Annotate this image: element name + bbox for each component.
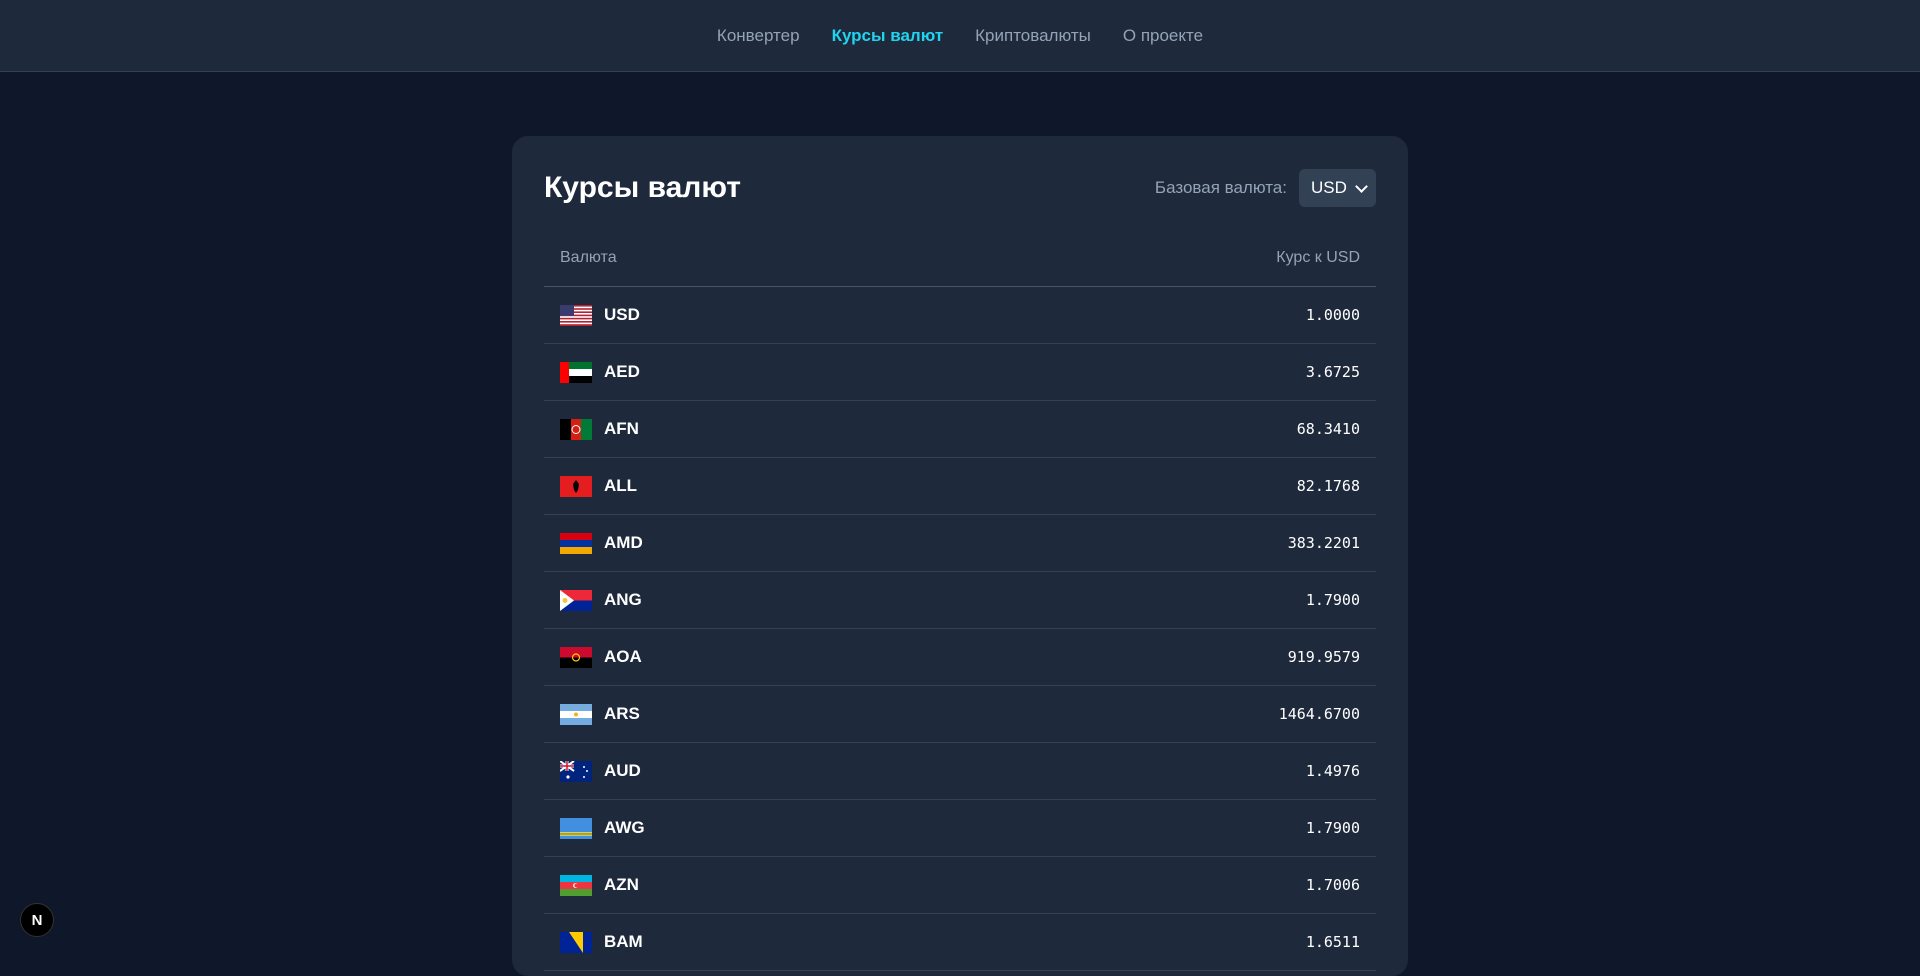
currency-code-group: ALL xyxy=(560,458,946,514)
currency-code-group: AED xyxy=(560,344,946,400)
currency-cell: AED xyxy=(544,343,962,401)
table-row: AWG 1.7900 xyxy=(544,799,1376,857)
nav-about[interactable]: О проекте xyxy=(1123,26,1203,46)
table-row: AED 3.6725 xyxy=(544,343,1376,401)
currency-code: ALL xyxy=(604,476,638,495)
am-flag-icon xyxy=(560,532,592,554)
base-currency-value: USD xyxy=(1311,178,1347,197)
ae-flag-icon xyxy=(560,361,592,383)
currency-code-group: AOA xyxy=(560,629,946,685)
ao-flag-icon xyxy=(560,646,592,668)
base-currency-control: Базовая валюта: USD xyxy=(1155,169,1376,207)
nav-converter[interactable]: Конвертер xyxy=(717,26,800,46)
currency-code: AMD xyxy=(604,533,643,552)
rate-value: 1.6511 xyxy=(961,913,1376,971)
ar-flag-icon xyxy=(560,703,592,725)
table-row: AZN 1.7006 xyxy=(544,856,1376,914)
table-header-row: Валюта Курс к USD xyxy=(544,230,1376,287)
sx-flag-icon xyxy=(560,589,592,611)
currency-code: ARS xyxy=(604,704,640,723)
currency-cell: ALL xyxy=(544,457,962,515)
currency-cell: AMD xyxy=(544,514,962,572)
rate-value: 1.7900 xyxy=(961,571,1376,629)
currency-code: AFN xyxy=(604,419,639,438)
chevron-down-icon xyxy=(1355,179,1368,193)
rate-value: 3.6725 xyxy=(961,343,1376,401)
rate-value: 1.7006 xyxy=(961,856,1376,914)
currency-code: BAM xyxy=(604,932,643,951)
currency-code-group: AZN xyxy=(560,857,946,913)
currency-code-group: AWG xyxy=(560,800,946,856)
rate-value: 1.0000 xyxy=(961,286,1376,344)
rate-value: 82.1768 xyxy=(961,457,1376,515)
currency-cell: AFN xyxy=(544,400,962,458)
currency-code-group: AFN xyxy=(560,401,946,457)
currency-code: AUD xyxy=(604,761,641,780)
currency-code-group: AMD xyxy=(560,515,946,571)
nav-crypto[interactable]: Криптовалюты xyxy=(975,26,1091,46)
ba-flag-icon xyxy=(560,931,592,953)
currency-cell: AZN xyxy=(544,856,962,914)
currency-code: AOA xyxy=(604,647,642,666)
currency-code-group: AUD xyxy=(560,743,946,799)
table-body: USD 1.0000 AED 3.6725 AFN 68.3410 ALL 82.1768 AM… xyxy=(544,286,1376,971)
currency-cell: BAM xyxy=(544,913,962,971)
rates-table: Валюта Курс к USD USD 1.0000 AED 3.6725 AFN 6… xyxy=(544,230,1376,971)
base-currency-label: Базовая валюта: xyxy=(1154,178,1287,197)
currency-code-group: USD xyxy=(560,287,946,343)
page-title: Курсы валют xyxy=(544,171,741,204)
rate-value: 383.2201 xyxy=(961,514,1376,572)
column-header-currency: Валюта xyxy=(544,230,962,287)
currency-cell: AOA xyxy=(544,628,962,686)
currency-code: AWG xyxy=(604,818,645,837)
currency-code: AED xyxy=(604,362,640,381)
currency-code-group: BAM xyxy=(560,914,946,970)
currency-cell: USD xyxy=(544,286,962,344)
table-row: ARS 1464.6700 xyxy=(544,685,1376,743)
table-row: AOA 919.9579 xyxy=(544,628,1376,686)
currency-code-group: ARS xyxy=(560,686,946,742)
nav-exchange-rates[interactable]: Курсы валют xyxy=(832,26,944,46)
table-row: BAM 1.6511 xyxy=(544,913,1376,971)
currency-code: USD xyxy=(604,305,640,324)
us-flag-icon xyxy=(560,304,592,326)
af-flag-icon xyxy=(560,418,592,440)
rate-value: 1464.6700 xyxy=(961,685,1376,743)
top-navigation: Конвертер Курсы валют Криптовалюты О про… xyxy=(0,0,1920,72)
table-row: AFN 68.3410 xyxy=(544,400,1376,458)
currency-cell: AUD xyxy=(544,742,962,800)
column-header-rate: Курс к USD xyxy=(961,230,1376,287)
au-flag-icon xyxy=(560,760,592,782)
currency-cell: ARS xyxy=(544,685,962,743)
rate-value: 1.4976 xyxy=(961,742,1376,800)
currency-code-group: ANG xyxy=(560,572,946,628)
rates-card: Курсы валют Базовая валюта: USD Валюта К… xyxy=(512,136,1408,976)
table-row: USD 1.0000 xyxy=(544,286,1376,344)
nextjs-icon[interactable]: N xyxy=(20,903,54,937)
card-header: Курсы валют Базовая валюта: USD xyxy=(544,168,1376,208)
rate-value: 1.7900 xyxy=(961,799,1376,857)
table-row: ANG 1.7900 xyxy=(544,571,1376,629)
currency-cell: AWG xyxy=(544,799,962,857)
rate-value: 68.3410 xyxy=(961,400,1376,458)
az-flag-icon xyxy=(560,874,592,896)
table-row: AMD 383.2201 xyxy=(544,514,1376,572)
currency-code: AZN xyxy=(604,875,639,894)
base-currency-select[interactable]: USD xyxy=(1299,169,1376,207)
aw-flag-icon xyxy=(560,817,592,839)
table-row: AUD 1.4976 xyxy=(544,742,1376,800)
al-flag-icon xyxy=(560,475,592,497)
rate-value: 919.9579 xyxy=(961,628,1376,686)
table-row: ALL 82.1768 xyxy=(544,457,1376,515)
currency-code: ANG xyxy=(604,590,642,609)
currency-cell: ANG xyxy=(544,571,962,629)
